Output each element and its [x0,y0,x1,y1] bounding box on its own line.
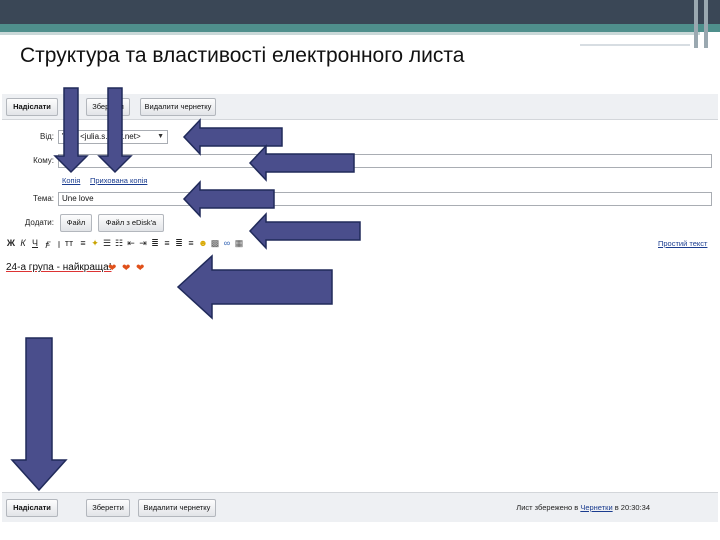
arrow-left-icon [248,144,355,182]
arrow-down-icon [97,87,133,174]
arrow-down-icon [10,337,68,492]
arrow-left-icon [248,212,361,250]
arrow-left-icon [182,180,275,218]
arrow-left-icon [182,118,283,156]
arrow-left-icon [176,254,333,320]
annotation-arrows [10,87,361,492]
arrow-down-icon [53,87,89,174]
